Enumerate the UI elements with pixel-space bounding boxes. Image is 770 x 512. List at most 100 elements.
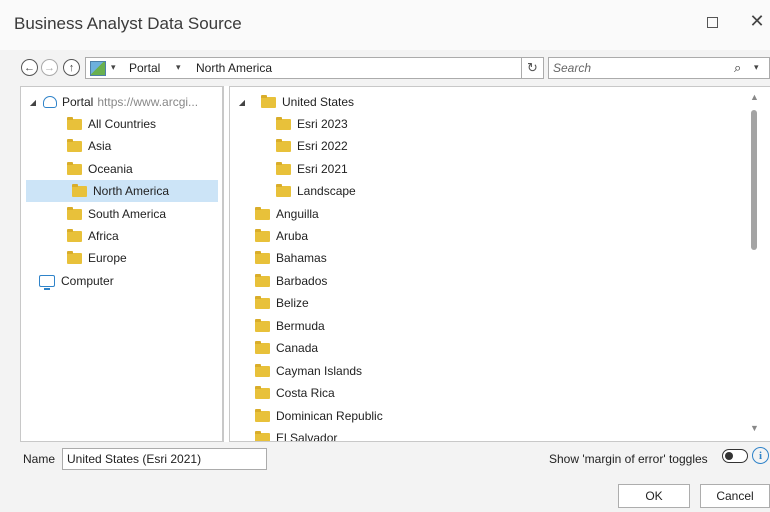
folder-icon <box>276 138 291 152</box>
up-button[interactable]: ↑ <box>63 59 80 76</box>
info-icon[interactable]: i <box>752 447 769 464</box>
list-item-label: Cayman Islands <box>276 364 363 378</box>
arrow-left-icon: ← <box>24 61 35 74</box>
tree-item-label: Africa <box>88 229 119 243</box>
location-bar[interactable]: ▾ Portal ▾ North America <box>85 57 522 79</box>
folder-icon <box>67 250 82 264</box>
tree-item-label: Computer <box>61 274 114 288</box>
toggle-knob <box>725 451 733 460</box>
tree-item-computer[interactable]: Computer <box>21 270 222 292</box>
arrow-up-icon: ↑ <box>68 61 75 74</box>
name-field[interactable] <box>62 448 267 470</box>
tree-item-portal[interactable]: ◢ Portal https://www.arcgi... <box>21 91 222 113</box>
folder-icon <box>255 340 270 354</box>
list-item-label: Aruba <box>276 229 309 243</box>
map-icon <box>90 61 106 76</box>
list-item-esri-2022[interactable]: Esri 2022 <box>276 135 348 157</box>
forward-button[interactable]: → <box>41 59 58 76</box>
breadcrumb-north-america[interactable]: North America <box>196 61 272 75</box>
tree-item-asia[interactable]: Asia <box>21 135 222 157</box>
search-input[interactable] <box>553 60 723 76</box>
list-item-landscape[interactable]: Landscape <box>276 180 356 202</box>
tree-item-label: North America <box>93 184 170 198</box>
search-box[interactable]: ⌕ ▾ <box>548 57 770 79</box>
list-item[interactable]: Belize <box>255 292 309 314</box>
back-button[interactable]: ← <box>21 59 38 76</box>
folder-icon <box>276 116 291 130</box>
list-item[interactable]: Dominican Republic <box>255 405 383 427</box>
tree-item-label: Oceania <box>88 162 133 176</box>
folder-icon <box>255 273 270 287</box>
list-item[interactable]: Barbados <box>255 270 327 292</box>
panel-splitter[interactable] <box>223 86 230 442</box>
tree-item-label: All Countries <box>88 117 157 131</box>
list-item-esri-2023[interactable]: Esri 2023 <box>276 113 348 135</box>
tree-item-label: South America <box>88 207 167 221</box>
list-item-label: Costa Rica <box>276 386 335 400</box>
collapse-icon[interactable]: ◢ <box>236 98 248 107</box>
cancel-button[interactable]: Cancel <box>700 484 770 508</box>
maximize-icon <box>706 16 718 28</box>
tree-item-north-america[interactable]: North America <box>26 180 218 202</box>
chevron-down-icon[interactable]: ▾ <box>176 62 181 73</box>
folder-icon <box>255 318 270 332</box>
folder-icon <box>276 183 291 197</box>
maximize-button[interactable] <box>704 14 720 30</box>
list-item-label: Bahamas <box>276 251 327 265</box>
list-item-esri-2021[interactable]: Esri 2021 <box>276 158 348 180</box>
vertical-scrollbar[interactable]: ▲ ▼ <box>748 90 760 435</box>
breadcrumb-portal[interactable]: Portal <box>129 61 160 75</box>
folder-icon <box>67 228 82 242</box>
refresh-button[interactable]: ↻ <box>522 57 544 79</box>
chevron-down-icon[interactable]: ▾ <box>111 62 116 73</box>
tree-item-africa[interactable]: Africa <box>21 225 222 247</box>
list-item[interactable]: Aruba <box>255 225 308 247</box>
arrow-right-icon: → <box>44 61 55 74</box>
margin-of-error-toggle[interactable] <box>722 449 748 463</box>
list-item-label: El Salvador <box>276 431 338 442</box>
search-icon[interactable]: ⌕ <box>734 60 741 76</box>
list-item[interactable]: Anguilla <box>255 203 319 225</box>
list-item[interactable]: Bahamas <box>255 247 327 269</box>
tree-item-all-countries[interactable]: All Countries <box>21 113 222 135</box>
scroll-thumb[interactable] <box>751 110 757 250</box>
list-item-label: United States <box>282 95 355 109</box>
list-item[interactable]: El Salvador <box>255 427 338 442</box>
collapse-icon[interactable]: ◢ <box>27 98 39 107</box>
portal-url: https://www.arcgi... <box>97 95 199 109</box>
tree-item-label: Asia <box>88 139 112 153</box>
scroll-up-icon[interactable]: ▲ <box>750 92 759 102</box>
folder-icon <box>255 250 270 264</box>
folder-icon <box>255 363 270 377</box>
folder-icon <box>255 430 270 441</box>
list-item[interactable]: Bermuda <box>255 315 325 337</box>
close-button[interactable]: ✕ <box>748 10 766 32</box>
folder-icon <box>255 385 270 399</box>
list-item[interactable]: Costa Rica <box>255 382 335 404</box>
list-item-label: Esri 2021 <box>297 162 348 176</box>
cloud-icon <box>43 96 57 108</box>
list-item-label: Esri 2023 <box>297 117 348 131</box>
tree-item-europe[interactable]: Europe <box>21 247 222 269</box>
list-item-label: Barbados <box>276 274 328 288</box>
folder-icon <box>67 161 82 175</box>
chevron-down-icon[interactable]: ▾ <box>754 62 759 73</box>
tree-item-south-america[interactable]: South America <box>21 203 222 225</box>
scroll-down-icon[interactable]: ▼ <box>750 423 759 433</box>
folder-icon <box>67 116 82 130</box>
ok-button[interactable]: OK <box>618 484 690 508</box>
list-item-label: Bermuda <box>276 319 325 333</box>
window-title: Business Analyst Data Source <box>14 14 242 33</box>
folder-icon <box>67 206 82 220</box>
list-item-label: Anguilla <box>276 207 319 221</box>
folder-icon <box>255 206 270 220</box>
list-item-label: Canada <box>276 341 319 355</box>
tree-item-oceania[interactable]: Oceania <box>21 158 222 180</box>
list-item-label: Belize <box>276 296 309 310</box>
list-item[interactable]: Canada <box>255 337 318 359</box>
folder-icon <box>276 161 291 175</box>
list-item-united-states[interactable]: ◢ United States <box>236 91 354 113</box>
computer-icon <box>39 275 55 290</box>
list-item[interactable]: Cayman Islands <box>255 360 362 382</box>
folder-tree: ◢ Portal https://www.arcgi... All Countr… <box>20 86 223 442</box>
